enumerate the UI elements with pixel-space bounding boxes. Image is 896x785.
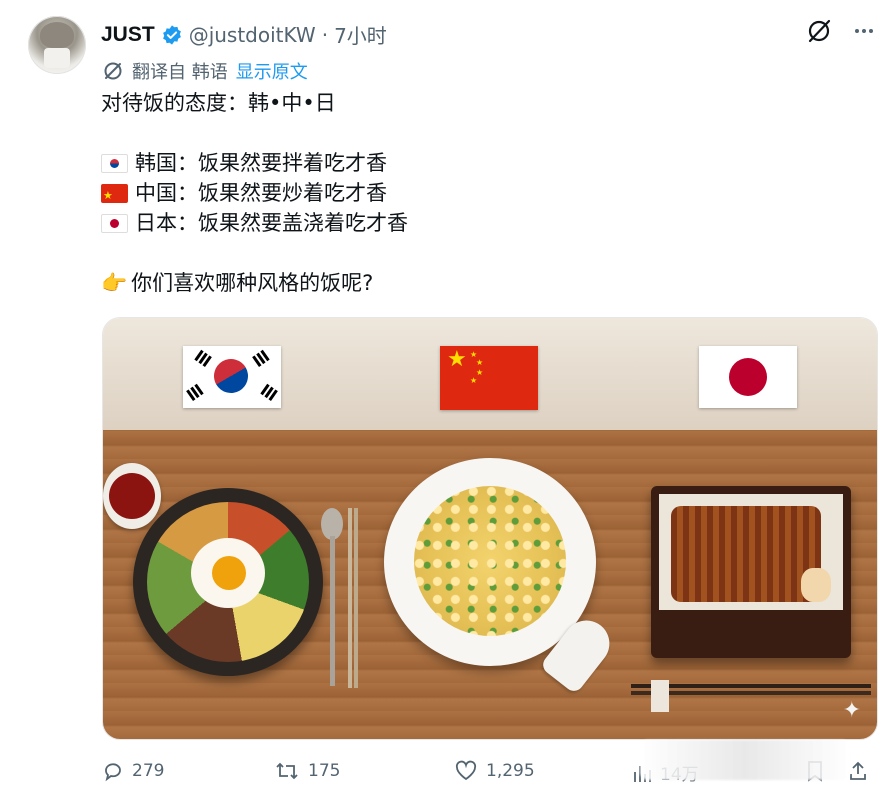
author-name[interactable]: JUST bbox=[101, 23, 155, 47]
header-separator: · bbox=[321, 22, 329, 47]
sparkle-icon: ✦ bbox=[842, 698, 861, 723]
unagi-box bbox=[651, 486, 851, 658]
korea-text: 韩国：饭果然要拌着吃才香 bbox=[135, 151, 387, 175]
tweet-line-question: 👉 你们喜欢哪种风格的饭呢? bbox=[101, 268, 861, 298]
tweet-image[interactable]: ★ ★ ★ ★ ★ ✦ bbox=[102, 317, 878, 740]
pointing-hand-icon: 👉 bbox=[101, 271, 128, 295]
show-original-link[interactable]: 显示原文 bbox=[236, 58, 308, 84]
like-count: 1,295 bbox=[486, 761, 535, 781]
avatar-head bbox=[40, 22, 74, 48]
translation-notice: 翻译自 韩语 显示原文 bbox=[102, 58, 308, 84]
retweet-count: 175 bbox=[308, 761, 341, 781]
translate-icon bbox=[104, 62, 122, 80]
china-photo-flag: ★ ★ ★ ★ ★ bbox=[440, 346, 538, 410]
tweet-time[interactable]: 7小时 bbox=[334, 20, 387, 49]
tweet-line-korea: 韩国：饭果然要拌着吃才香 bbox=[101, 148, 861, 178]
retweet-icon bbox=[276, 762, 298, 780]
korea-photo-flag bbox=[183, 346, 281, 408]
japan-text: 日本：饭果然要盖浇着吃才香 bbox=[135, 211, 408, 235]
korean-food-panel bbox=[103, 318, 360, 739]
heart-icon bbox=[455, 760, 477, 781]
chinese-food-panel: ★ ★ ★ ★ ★ bbox=[360, 318, 621, 739]
china-text: 中国：饭果然要炒着吃才香 bbox=[135, 181, 387, 205]
korea-flag-icon bbox=[101, 153, 128, 173]
watermark-overlay bbox=[640, 740, 850, 780]
tweet-line-japan: 日本：饭果然要盖浇着吃才香 bbox=[101, 208, 861, 238]
tweet-title: 对待饭的态度：韩•中•日 bbox=[101, 91, 336, 115]
tweet-line-china: 中国：饭果然要炒着吃才香 bbox=[101, 178, 861, 208]
tweet-text: 对待饭的态度：韩•中•日 韩国：饭果然要拌着吃才香 中国：饭果然要炒着吃才香 日… bbox=[101, 88, 861, 298]
more-icon[interactable] bbox=[852, 19, 876, 43]
reply-count: 279 bbox=[132, 761, 165, 781]
share-icon bbox=[850, 761, 866, 780]
tweet-top-actions bbox=[806, 18, 876, 44]
tweet-header: JUST @justdoitKW · 7小时 bbox=[101, 20, 387, 49]
question-text: 你们喜欢哪种风格的饭呢? bbox=[131, 271, 374, 295]
tweet-line-title: 对待饭的态度：韩•中•日 bbox=[101, 88, 861, 118]
share-action[interactable] bbox=[848, 760, 868, 782]
grok-icon[interactable] bbox=[806, 18, 832, 44]
korean-chopsticks bbox=[348, 508, 352, 688]
author-handle[interactable]: @justdoitKW bbox=[189, 23, 316, 47]
avatar[interactable] bbox=[28, 16, 86, 74]
translation-source: 翻译自 韩语 bbox=[132, 62, 228, 83]
japan-flag-icon bbox=[101, 213, 128, 233]
like-action[interactable]: 1,295 bbox=[454, 760, 535, 782]
bibimbap-bowl bbox=[133, 488, 323, 676]
gochujang-dish bbox=[103, 463, 161, 529]
reply-action[interactable]: 279 bbox=[102, 760, 164, 782]
verified-badge-icon bbox=[162, 24, 181, 45]
japanese-food-panel: ✦ bbox=[621, 318, 877, 739]
reply-icon bbox=[105, 763, 121, 782]
china-flag-icon bbox=[101, 183, 128, 203]
avatar-body bbox=[44, 48, 70, 68]
japan-photo-flag bbox=[699, 346, 797, 408]
retweet-action[interactable]: 175 bbox=[274, 760, 340, 782]
